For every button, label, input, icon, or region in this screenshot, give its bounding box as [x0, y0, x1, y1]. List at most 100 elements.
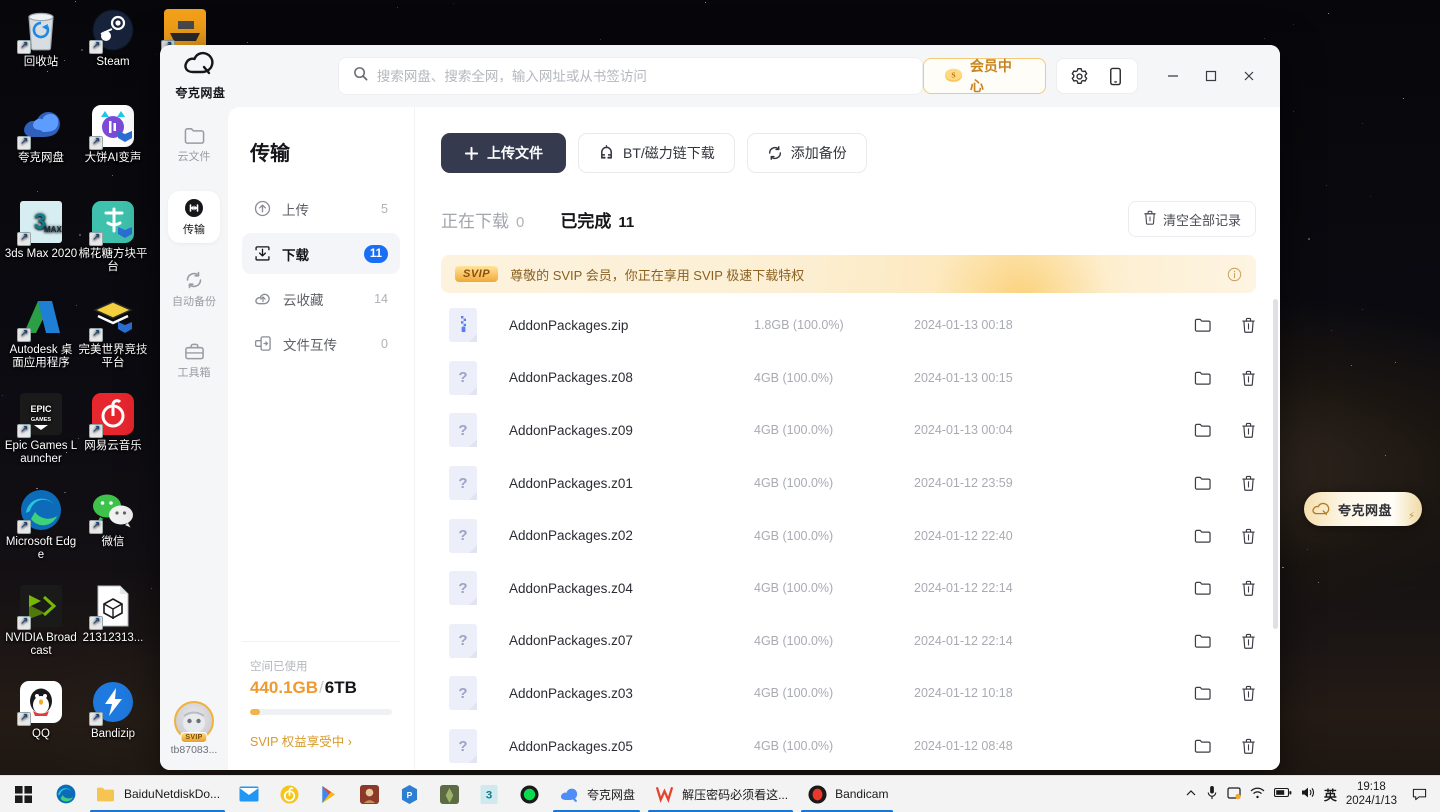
sidebar-item-上传[interactable]: 上传5 — [242, 188, 400, 229]
taskbar-game-app[interactable] — [349, 776, 389, 812]
open-folder-button[interactable] — [1194, 475, 1211, 491]
open-folder-button[interactable] — [1194, 580, 1211, 596]
taskbar-clock[interactable]: 19:18 2024/1/13 — [1346, 780, 1397, 808]
start-button[interactable] — [0, 786, 46, 803]
desktop-icon-mianhuatang-platform[interactable]: 棉花糖方块平台 — [76, 200, 150, 274]
table-row[interactable]: ?AddonPackages.z024GB (100.0%)2024-01-12… — [441, 509, 1270, 562]
taskbar-3ds-max[interactable]: 3 — [469, 776, 509, 812]
desktop-icon-autodesk-desktop-app[interactable]: Autodesk 桌面应用程序 — [4, 296, 78, 370]
user-profile[interactable]: SVIPtb87083... — [163, 701, 225, 756]
taskbar-bandicam[interactable]: Bandicam — [797, 776, 897, 812]
taskbar-netease-music[interactable] — [269, 776, 309, 812]
settings-gear-icon[interactable] — [1063, 61, 1095, 91]
delete-record-button[interactable] — [1241, 528, 1256, 544]
sidebar-item-云收藏[interactable]: 云收藏14 — [242, 278, 400, 319]
delete-record-button[interactable] — [1241, 685, 1256, 701]
tray-wifi-icon[interactable] — [1250, 786, 1265, 802]
desktop-icon-perfect-world-arena[interactable]: 完美世界竞技平台 — [76, 296, 150, 370]
open-folder-button[interactable] — [1194, 422, 1211, 438]
delete-record-button[interactable] — [1241, 580, 1256, 596]
minimize-button[interactable] — [1154, 57, 1192, 95]
search-input[interactable] — [377, 69, 908, 84]
desktop-icon-qq[interactable]: QQ — [4, 680, 78, 741]
mobile-phone-icon[interactable] — [1099, 61, 1131, 91]
tray-microphone-icon[interactable] — [1206, 785, 1218, 803]
tab-downloading[interactable]: 正在下载0 — [441, 207, 524, 232]
taskbar-baidu-netdisk-folder[interactable]: BaiduNetdiskDo... — [86, 776, 229, 812]
table-row[interactable]: ?AddonPackages.z034GB (100.0%)2024-01-12… — [441, 667, 1270, 720]
tray-screenshot-icon[interactable] — [1227, 786, 1241, 803]
file-size: 4GB (100.0%) — [754, 739, 914, 753]
delete-record-button[interactable] — [1241, 317, 1256, 333]
rail-item-cloud-files[interactable]: 云文件 — [168, 119, 220, 171]
quark-floating-widget[interactable]: 夸克网盘 ⚡ — [1304, 492, 1422, 526]
member-center-button[interactable]: S 会员中心 — [923, 58, 1046, 94]
sidebar-item-下载[interactable]: 下载11 — [242, 233, 400, 274]
file-list-scrollbar[interactable] — [1273, 299, 1278, 629]
taskbar-wps-p[interactable]: P — [389, 776, 429, 812]
taskbar-play-store[interactable] — [309, 776, 349, 812]
tray-ime-icon[interactable]: 英 — [1324, 785, 1337, 804]
close-button[interactable] — [1230, 57, 1268, 95]
delete-record-button[interactable] — [1241, 633, 1256, 649]
maximize-button[interactable] — [1192, 57, 1230, 95]
open-folder-button[interactable] — [1194, 633, 1211, 649]
tray-chevron-up-icon[interactable] — [1185, 787, 1197, 802]
open-folder-button[interactable] — [1194, 528, 1211, 544]
taskbar-item-label: 夸克网盘 — [587, 786, 635, 803]
open-folder-button[interactable] — [1194, 685, 1211, 701]
file-time: 2024-01-13 00:04 — [914, 423, 1194, 437]
desktop-icon-netease-cloud-music[interactable]: 网易云音乐 — [76, 392, 150, 453]
table-row[interactable]: ?AddonPackages.z074GB (100.0%)2024-01-12… — [441, 615, 1270, 668]
rail-item-toolbox[interactable]: 工具箱 — [168, 335, 220, 387]
desktop-icon-dabing-ai-voice[interactable]: 大饼AI变声 — [76, 104, 150, 165]
open-folder-button[interactable] — [1194, 738, 1211, 754]
microsoft-edge-icon — [19, 488, 63, 532]
desktop-icon-steam[interactable]: Steam — [76, 8, 150, 69]
table-row[interactable]: AddonPackages.zip1.8GB (100.0%)2024-01-1… — [441, 299, 1270, 352]
desktop-icon-recycle-bin[interactable]: 回收站 — [4, 8, 78, 69]
desktop-icon-quark-netdisk[interactable]: 夸克网盘 — [4, 104, 78, 165]
taskbar-quark-netdisk[interactable]: 夸克网盘 — [549, 776, 644, 812]
delete-record-button[interactable] — [1241, 738, 1256, 754]
desktop-icon-wechat[interactable]: 微信 — [76, 488, 150, 549]
taskbar-edge[interactable] — [46, 776, 86, 812]
upload-file-button[interactable]: 上传文件 — [441, 133, 566, 173]
tab-completed[interactable]: 已完成11 — [560, 207, 634, 232]
taskbar-item-list: BaiduNetdiskDo... P 3 夸克网盘解压密码必须看这...Bandic… — [46, 776, 897, 812]
sidebar-item-文件互传[interactable]: 文件互传0 — [242, 323, 400, 364]
clear-all-records-button[interactable]: 清空全部记录 — [1128, 201, 1256, 237]
bt-magnet-download-button[interactable]: BT/磁力链下载 — [578, 133, 735, 173]
rail-item-transfer[interactable]: 传输 — [168, 191, 220, 243]
desktop-icon-3ds-max-2020[interactable]: 3MAX3ds Max 2020 — [4, 200, 78, 261]
search-box[interactable] — [338, 57, 923, 95]
open-folder-button[interactable] — [1194, 317, 1211, 333]
delete-record-button[interactable] — [1241, 370, 1256, 386]
table-row[interactable]: ?AddonPackages.z044GB (100.0%)2024-01-12… — [441, 562, 1270, 615]
delete-record-button[interactable] — [1241, 422, 1256, 438]
taskbar-wps-document[interactable]: 解压密码必须看这... — [644, 776, 797, 812]
svip-benefits-link[interactable]: SVIP 权益享受中 › — [250, 731, 392, 750]
taskbar-sculpt-app[interactable] — [429, 776, 469, 812]
info-circle-icon[interactable] — [1227, 267, 1242, 282]
desktop-icon-bandizip[interactable]: Bandizip — [76, 680, 150, 741]
delete-record-button[interactable] — [1241, 475, 1256, 491]
open-folder-button[interactable] — [1194, 370, 1211, 386]
sidebar-title: 传输 — [250, 137, 400, 166]
table-row[interactable]: ?AddonPackages.z014GB (100.0%)2024-01-12… — [441, 457, 1270, 510]
unknown-file-icon: ? — [449, 729, 477, 763]
desktop-icon-microsoft-edge[interactable]: Microsoft Edge — [4, 488, 78, 562]
desktop-icon-nvidia-broadcast[interactable]: NVIDIA Broadcast — [4, 584, 78, 658]
tray-volume-icon[interactable] — [1301, 786, 1315, 802]
add-backup-button[interactable]: 添加备份 — [747, 133, 867, 173]
table-row[interactable]: ?AddonPackages.z054GB (100.0%)2024-01-12… — [441, 720, 1270, 770]
taskbar-mail[interactable] — [229, 776, 269, 812]
desktop-icon-model-file[interactable]: 21312313... — [76, 584, 150, 645]
tray-battery-icon[interactable] — [1274, 787, 1292, 801]
table-row[interactable]: ?AddonPackages.z084GB (100.0%)2024-01-13… — [441, 352, 1270, 405]
notification-center-button[interactable] — [1406, 787, 1432, 802]
desktop-icon-epic-games-launcher[interactable]: EPICGAMESEpic Games Launcher — [4, 392, 78, 466]
table-row[interactable]: ?AddonPackages.z094GB (100.0%)2024-01-13… — [441, 404, 1270, 457]
taskbar-obs[interactable] — [509, 776, 549, 812]
rail-item-auto-backup[interactable]: 自动备份 — [168, 263, 220, 315]
